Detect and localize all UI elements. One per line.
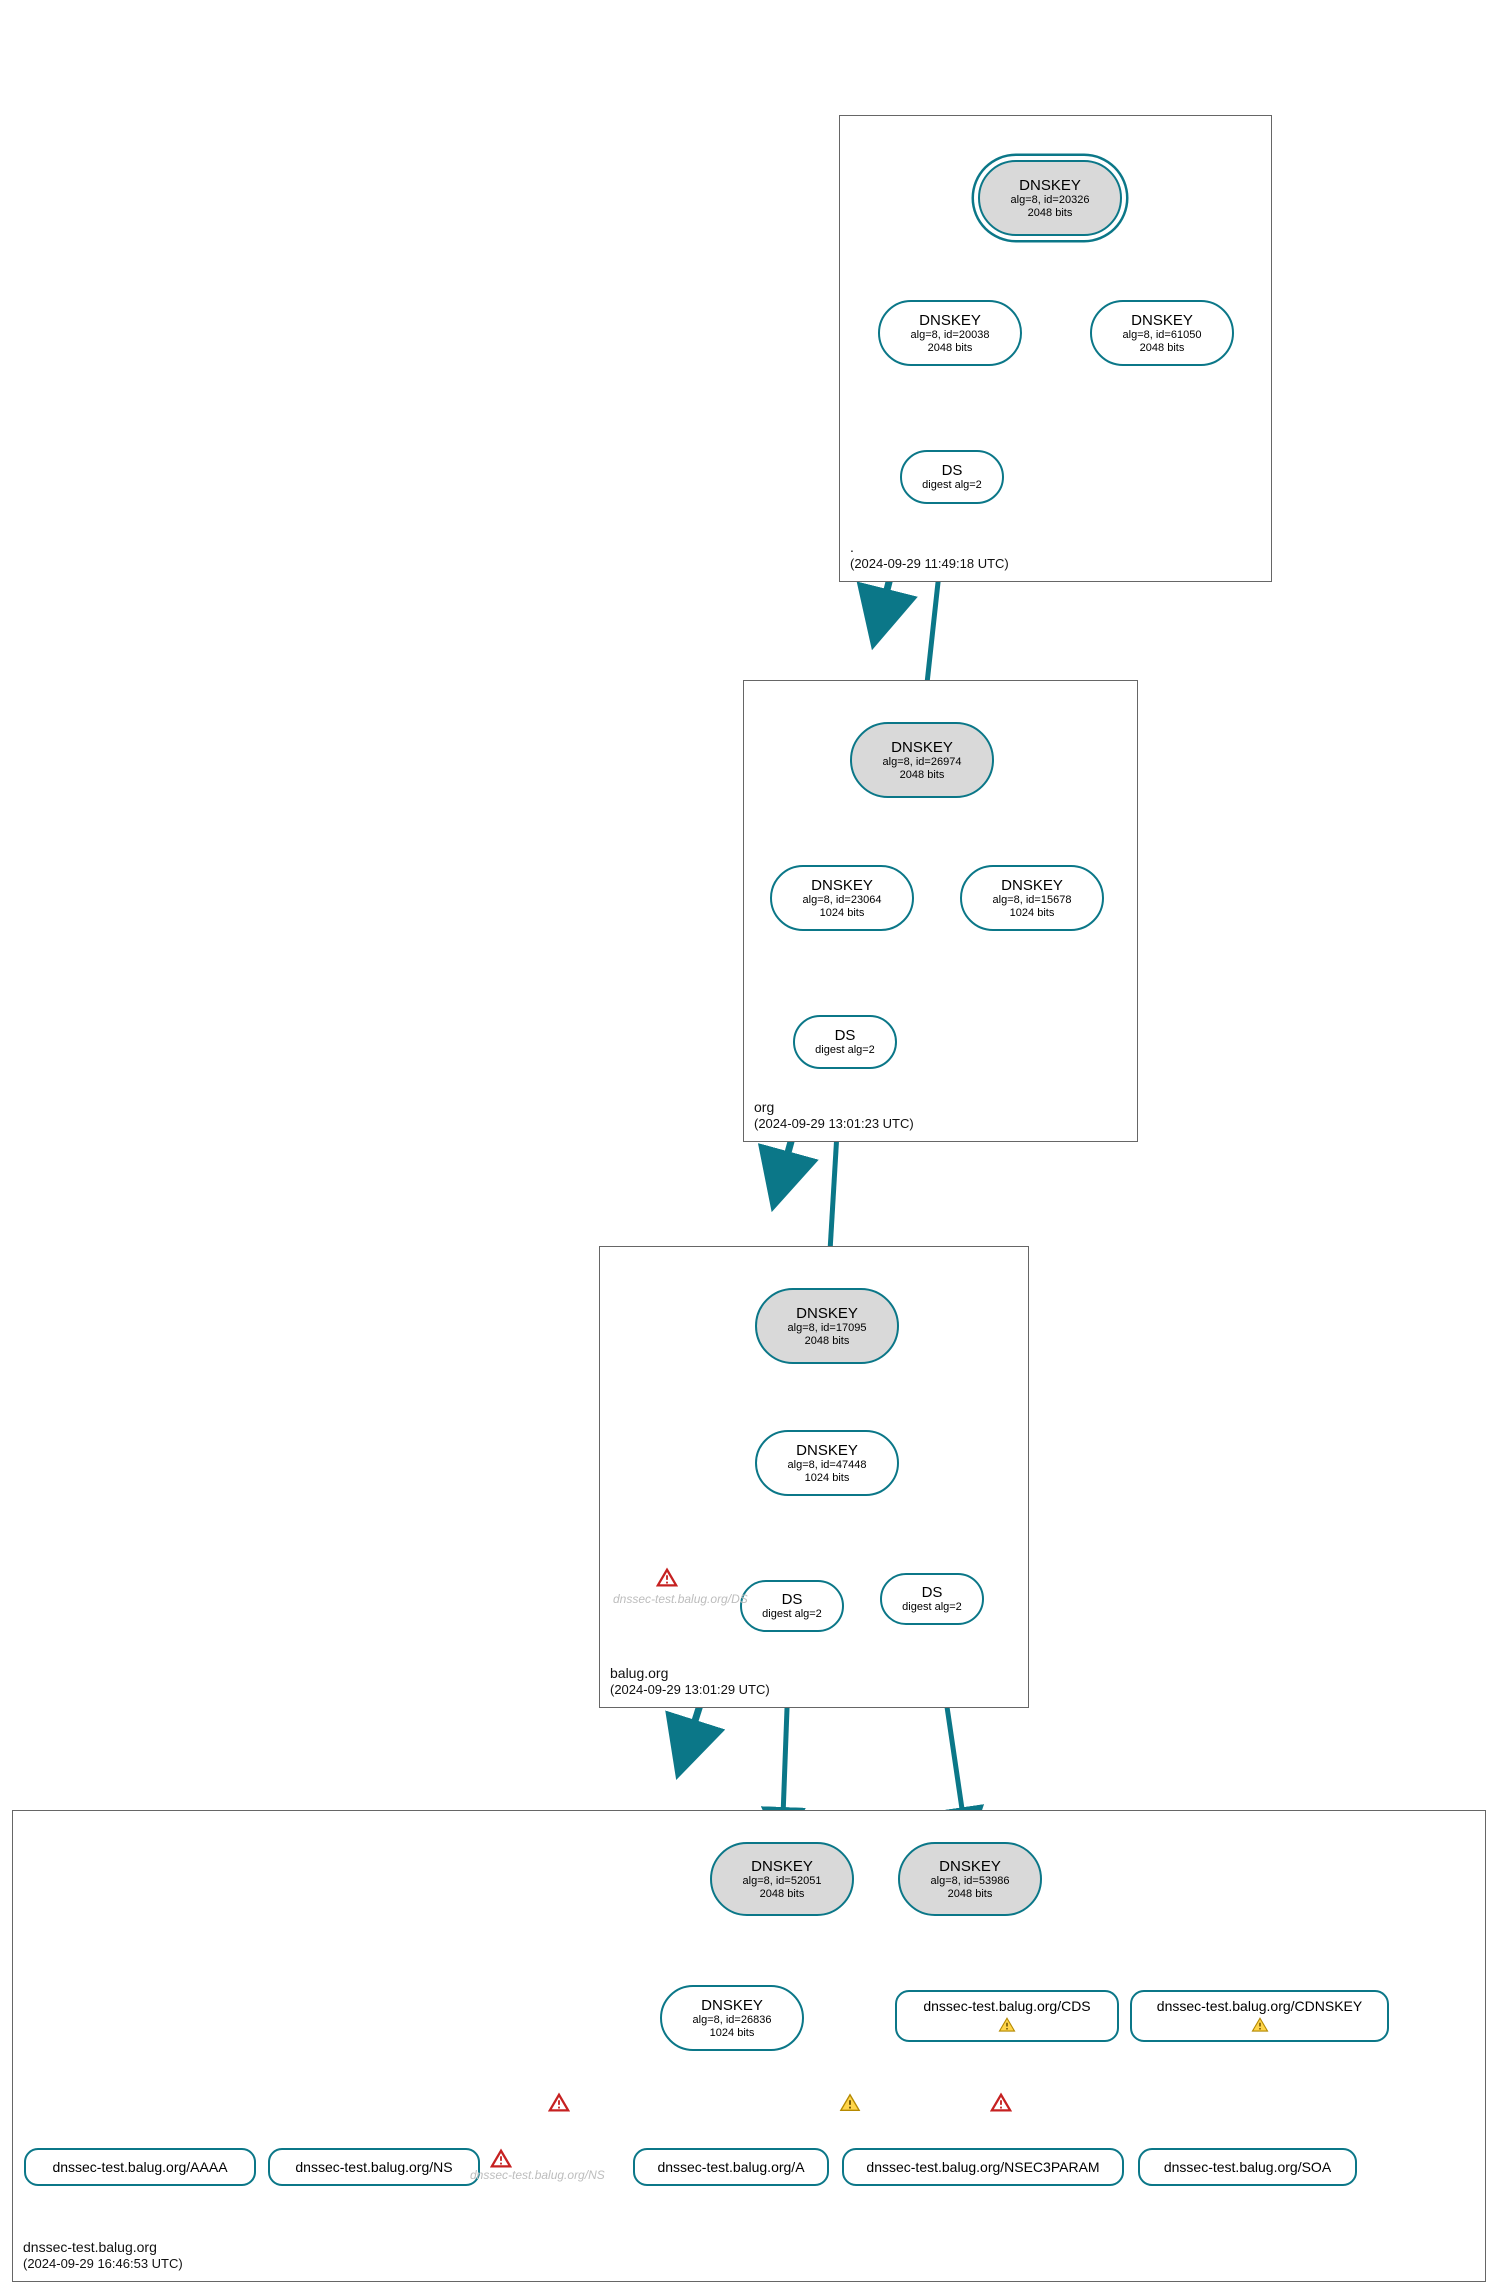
node-sub: alg=8, id=52051 bbox=[743, 1875, 822, 1888]
zone-dnssec-test-ts: (2024-09-29 16:46:53 UTC) bbox=[23, 2256, 183, 2273]
node-sub: alg=8, id=17095 bbox=[788, 1322, 867, 1335]
node-sub: alg=8, id=23064 bbox=[803, 894, 882, 907]
rr-soa[interactable]: dnssec-test.balug.org/SOA bbox=[1138, 2148, 1357, 2186]
rr-cds[interactable]: dnssec-test.balug.org/CDS bbox=[895, 1990, 1119, 2042]
rr-label: dnssec-test.balug.org/NS bbox=[295, 2159, 452, 2175]
node-sub2: 2048 bits bbox=[928, 342, 973, 355]
node-sub2: 1024 bits bbox=[820, 907, 865, 920]
error-icon[interactable] bbox=[548, 2092, 570, 2114]
zone-root-label: . (2024-09-29 11:49:18 UTC) bbox=[850, 538, 1009, 573]
node-label: DS bbox=[835, 1027, 856, 1044]
node-balug-ksk[interactable]: DNSKEY alg=8, id=17095 2048 bits bbox=[755, 1288, 899, 1364]
node-balug-ds1[interactable]: DS digest alg=2 bbox=[740, 1580, 844, 1632]
node-root-zsk2[interactable]: DNSKEY alg=8, id=61050 2048 bits bbox=[1090, 300, 1234, 366]
node-sub: alg=8, id=53986 bbox=[931, 1875, 1010, 1888]
node-sub: digest alg=2 bbox=[815, 1044, 875, 1057]
node-root-ds[interactable]: DS digest alg=2 bbox=[900, 450, 1004, 504]
zone-balug-label: balug.org (2024-09-29 13:01:29 UTC) bbox=[610, 1664, 770, 1699]
node-root-ksk[interactable]: DNSKEY alg=8, id=20326 2048 bits bbox=[978, 160, 1122, 236]
node-label: DNSKEY bbox=[701, 1997, 763, 2014]
node-label: DNSKEY bbox=[1131, 312, 1193, 329]
node-balug-ds2[interactable]: DS digest alg=2 bbox=[880, 1573, 984, 1625]
node-org-ksk[interactable]: DNSKEY alg=8, id=26974 2048 bits bbox=[850, 722, 994, 798]
zone-balug-name: balug.org bbox=[610, 1664, 770, 1682]
node-label: DNSKEY bbox=[1019, 177, 1081, 194]
node-balug-zsk[interactable]: DNSKEY alg=8, id=47448 1024 bits bbox=[755, 1430, 899, 1496]
warning-icon bbox=[998, 2016, 1016, 2034]
missing-balug-ds: dnssec-test.balug.org/DS bbox=[613, 1592, 748, 1606]
missing-dt-ns: dnssec-test.balug.org/NS bbox=[470, 2168, 605, 2182]
rr-ns[interactable]: dnssec-test.balug.org/NS bbox=[268, 2148, 480, 2186]
rr-label: dnssec-test.balug.org/SOA bbox=[1164, 2159, 1331, 2175]
zone-org-name: org bbox=[754, 1098, 914, 1116]
node-sub: alg=8, id=20038 bbox=[911, 329, 990, 342]
node-sub2: 2048 bits bbox=[760, 1888, 805, 1901]
node-sub2: 1024 bits bbox=[710, 2027, 755, 2040]
node-dt-ksk2[interactable]: DNSKEY alg=8, id=53986 2048 bits bbox=[898, 1842, 1042, 1916]
node-org-ds[interactable]: DS digest alg=2 bbox=[793, 1015, 897, 1069]
node-label: DNSKEY bbox=[751, 1858, 813, 1875]
node-label: DNSKEY bbox=[796, 1305, 858, 1322]
warning-icon bbox=[1251, 2016, 1269, 2034]
node-sub2: 2048 bits bbox=[1028, 207, 1073, 220]
node-sub: digest alg=2 bbox=[902, 1601, 962, 1614]
node-sub2: 1024 bits bbox=[805, 1472, 850, 1485]
rr-label: dnssec-test.balug.org/A bbox=[657, 2159, 804, 2175]
zone-root-ts: (2024-09-29 11:49:18 UTC) bbox=[850, 556, 1009, 573]
rr-label: dnssec-test.balug.org/NSEC3PARAM bbox=[866, 2159, 1099, 2175]
warning-icon[interactable] bbox=[839, 2092, 861, 2114]
node-sub: digest alg=2 bbox=[762, 1608, 822, 1621]
error-icon[interactable] bbox=[490, 2148, 512, 2170]
node-root-zsk1[interactable]: DNSKEY alg=8, id=20038 2048 bits bbox=[878, 300, 1022, 366]
zone-root-name: . bbox=[850, 538, 1009, 556]
node-label: DS bbox=[942, 462, 963, 479]
node-label: DNSKEY bbox=[919, 312, 981, 329]
node-label: DNSKEY bbox=[811, 877, 873, 894]
node-sub: alg=8, id=47448 bbox=[788, 1459, 867, 1472]
zone-balug-ts: (2024-09-29 13:01:29 UTC) bbox=[610, 1682, 770, 1699]
node-dt-ksk1[interactable]: DNSKEY alg=8, id=52051 2048 bits bbox=[710, 1842, 854, 1916]
node-org-zsk1[interactable]: DNSKEY alg=8, id=23064 1024 bits bbox=[770, 865, 914, 931]
rr-a[interactable]: dnssec-test.balug.org/A bbox=[633, 2148, 829, 2186]
node-label: DNSKEY bbox=[796, 1442, 858, 1459]
rr-label: dnssec-test.balug.org/CDS bbox=[923, 1998, 1090, 2014]
node-label: DNSKEY bbox=[1001, 877, 1063, 894]
rr-label: dnssec-test.balug.org/AAAA bbox=[52, 2159, 227, 2175]
zone-dnssec-test-label: dnssec-test.balug.org (2024-09-29 16:46:… bbox=[23, 2238, 183, 2273]
node-sub2: 2048 bits bbox=[900, 769, 945, 782]
node-dt-zsk[interactable]: DNSKEY alg=8, id=26836 1024 bits bbox=[660, 1985, 804, 2051]
node-label: DS bbox=[922, 1584, 943, 1601]
node-sub: alg=8, id=15678 bbox=[993, 894, 1072, 907]
node-sub: alg=8, id=26974 bbox=[883, 756, 962, 769]
rr-aaaa[interactable]: dnssec-test.balug.org/AAAA bbox=[24, 2148, 256, 2186]
zone-org-label: org (2024-09-29 13:01:23 UTC) bbox=[754, 1098, 914, 1133]
node-label: DNSKEY bbox=[939, 1858, 1001, 1875]
rr-cdnskey[interactable]: dnssec-test.balug.org/CDNSKEY bbox=[1130, 1990, 1389, 2042]
error-icon[interactable] bbox=[656, 1567, 678, 1589]
node-label: DNSKEY bbox=[891, 739, 953, 756]
zone-dnssec-test-name: dnssec-test.balug.org bbox=[23, 2238, 183, 2256]
node-sub: alg=8, id=61050 bbox=[1123, 329, 1202, 342]
node-sub2: 2048 bits bbox=[1140, 342, 1185, 355]
node-sub: alg=8, id=26836 bbox=[693, 2014, 772, 2027]
node-sub2: 2048 bits bbox=[948, 1888, 993, 1901]
node-org-zsk2[interactable]: DNSKEY alg=8, id=15678 1024 bits bbox=[960, 865, 1104, 931]
rr-label: dnssec-test.balug.org/CDNSKEY bbox=[1157, 1998, 1362, 2014]
node-sub2: 2048 bits bbox=[805, 1335, 850, 1348]
node-sub2: 1024 bits bbox=[1010, 907, 1055, 920]
node-label: DS bbox=[782, 1591, 803, 1608]
node-sub: digest alg=2 bbox=[922, 479, 982, 492]
error-icon[interactable] bbox=[990, 2092, 1012, 2114]
node-sub: alg=8, id=20326 bbox=[1011, 194, 1090, 207]
zone-org-ts: (2024-09-29 13:01:23 UTC) bbox=[754, 1116, 914, 1133]
rr-nsec3param[interactable]: dnssec-test.balug.org/NSEC3PARAM bbox=[842, 2148, 1124, 2186]
